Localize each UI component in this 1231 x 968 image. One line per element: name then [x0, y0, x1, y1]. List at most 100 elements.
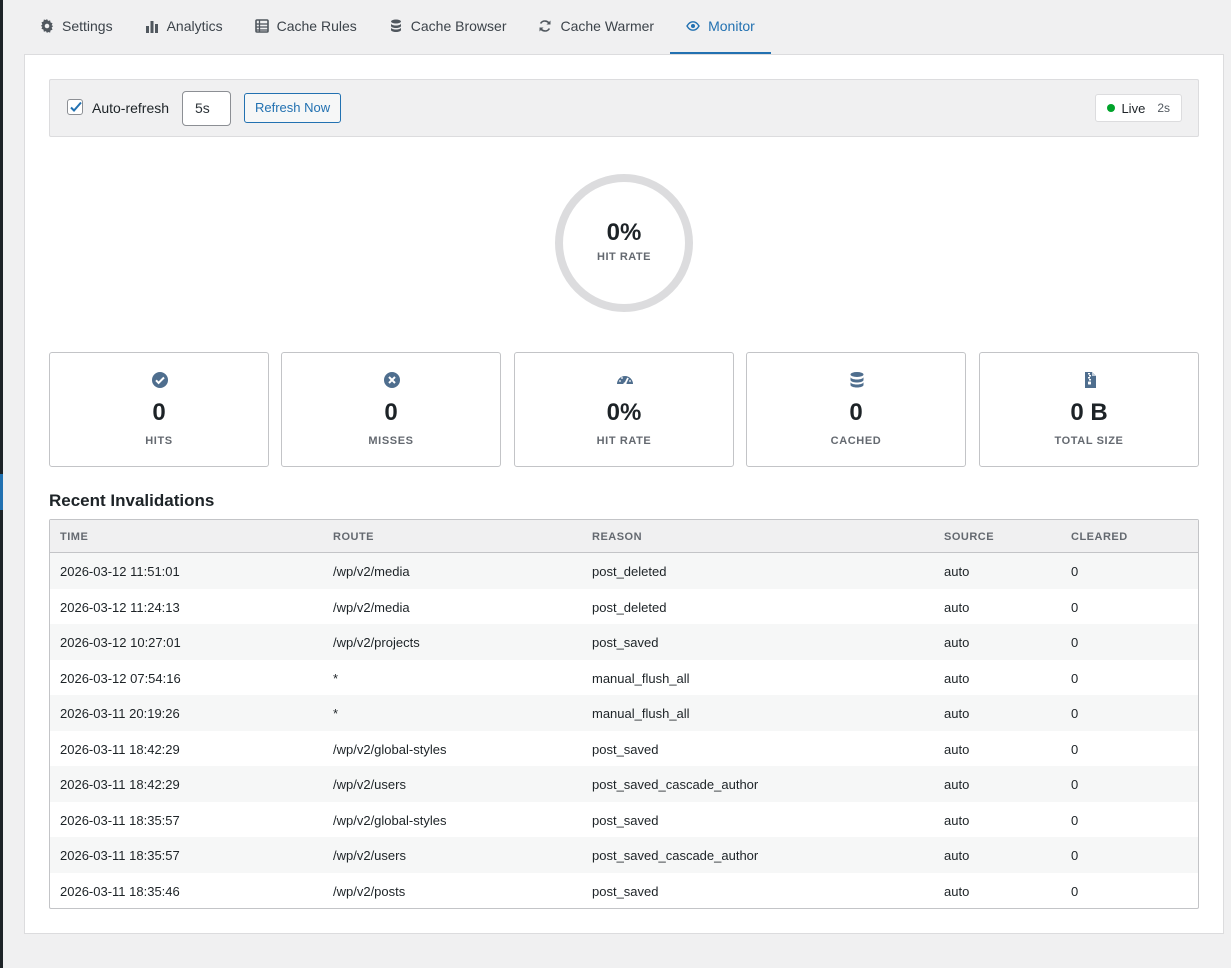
stat-value: 0: [849, 399, 863, 426]
auto-refresh-checkbox[interactable]: [67, 99, 83, 115]
sidebar-active-marker: [0, 474, 3, 510]
gear-icon: [40, 19, 54, 33]
cell-reason: post_deleted: [592, 599, 667, 615]
stat-label: TOTAL SIZE: [1054, 435, 1124, 447]
stat-card-misses: 0 MISSES: [281, 352, 501, 467]
cell-reason: post_saved: [592, 812, 659, 828]
cell-route: *: [333, 670, 339, 686]
stat-card-total-size: 0 B TOTAL SIZE: [979, 352, 1199, 467]
table-header: TIME ROUTE REASON SOURCE CLEARED: [50, 520, 1198, 553]
cell-route: /wp/v2/global-styles: [333, 812, 447, 828]
stat-card-cached: 0 CACHED: [746, 352, 966, 467]
cell-time: 2026-03-11 20:19:26: [60, 706, 180, 721]
refresh-interval-select[interactable]: 5s: [182, 91, 231, 126]
cell-source: auto: [944, 883, 970, 899]
cell-reason: post_saved_cascade_author: [592, 777, 759, 792]
eye-icon: [686, 19, 700, 33]
column-header-cleared: CLEARED: [1071, 531, 1128, 543]
table-body: 2026-03-12 11:51:01 /wp/v2/media post_de…: [50, 553, 1198, 908]
cell-source: auto: [944, 706, 970, 721]
admin-sidebar-edge: [0, 0, 3, 968]
cell-source: auto: [944, 599, 970, 615]
tab-label: Analytics: [166, 18, 223, 34]
monitor-toolbar: Auto-refresh 5s Refresh Now Live 2s: [49, 79, 1199, 137]
speedometer-icon: [616, 371, 634, 389]
recent-invalidations-title: Recent Invalidations: [49, 491, 215, 510]
cell-source: auto: [944, 777, 970, 792]
tab-cache-browser[interactable]: Cache Browser: [373, 0, 523, 54]
cell-route: *: [333, 706, 339, 721]
cell-reason: post_saved: [592, 883, 659, 899]
column-header-source: SOURCE: [944, 531, 995, 543]
cell-time: 2026-03-11 18:35:57: [60, 812, 180, 828]
monitor-panel: Auto-refresh 5s Refresh Now Live 2s 0% H…: [24, 54, 1224, 934]
cell-reason: manual_flush_all: [592, 706, 690, 721]
tab-analytics[interactable]: Analytics: [129, 0, 239, 54]
list-icon: [254, 19, 269, 33]
table-row: 2026-03-12 07:54:16 * manual_flush_all a…: [50, 660, 1198, 696]
cell-route: /wp/v2/projects: [333, 635, 420, 650]
cell-cleared: 0: [1071, 564, 1079, 579]
cell-cleared: 0: [1071, 848, 1079, 863]
tab-label: Cache Warmer: [560, 18, 655, 34]
cell-time: 2026-03-12 11:24:13: [60, 599, 180, 615]
table-row: 2026-03-11 18:42:29 /wp/v2/users post_sa…: [50, 766, 1198, 802]
cell-time: 2026-03-11 18:42:29: [60, 777, 180, 792]
tab-label: Cache Browser: [410, 18, 507, 34]
refresh-icon: [538, 19, 552, 33]
column-header-route: ROUTE: [333, 531, 374, 543]
tab-cache-warmer[interactable]: Cache Warmer: [522, 0, 670, 54]
table-row: 2026-03-11 20:19:26 * manual_flush_all a…: [50, 695, 1198, 731]
cell-source: auto: [944, 741, 970, 757]
cell-reason: manual_flush_all: [592, 670, 690, 686]
table-row: 2026-03-12 11:51:01 /wp/v2/media post_de…: [50, 553, 1198, 589]
column-header-reason: REASON: [592, 531, 643, 543]
cell-cleared: 0: [1071, 741, 1079, 757]
cell-cleared: 0: [1071, 635, 1079, 650]
stat-card-hits: 0 HITS: [49, 352, 269, 467]
database-icon: [848, 371, 866, 389]
cell-source: auto: [944, 670, 970, 686]
stat-value: 0: [152, 399, 166, 426]
table-row: 2026-03-11 18:42:29 /wp/v2/global-styles…: [50, 731, 1198, 767]
tab-bar: Settings Analytics Cache Rules Cache Bro…: [24, 0, 771, 54]
live-label: Live: [1121, 100, 1146, 116]
stat-label: HITS: [145, 435, 173, 447]
auto-refresh-label[interactable]: Auto-refresh: [92, 100, 169, 116]
cell-reason: post_saved_cascade_author: [592, 848, 759, 863]
tab-cache-rules[interactable]: Cache Rules: [239, 0, 373, 54]
bar-chart-icon: [145, 19, 159, 33]
table-row: 2026-03-12 10:27:01 /wp/v2/projects post…: [50, 624, 1198, 660]
cell-route: /wp/v2/users: [333, 777, 406, 792]
zip-file-icon: [1081, 371, 1099, 389]
cell-source: auto: [944, 812, 970, 828]
cell-route: /wp/v2/posts: [333, 883, 406, 899]
stat-card-hit-rate: 0% HIT RATE: [514, 352, 734, 467]
check-circle-icon: [151, 371, 169, 389]
table-row: 2026-03-11 18:35:57 /wp/v2/global-styles…: [50, 802, 1198, 838]
gauge-value: 0%: [606, 219, 642, 246]
cell-time: 2026-03-11 18:42:29: [60, 741, 180, 757]
cell-time: 2026-03-12 07:54:16: [60, 670, 181, 686]
column-header-time: TIME: [60, 531, 89, 543]
cell-source: auto: [944, 848, 970, 863]
cell-route: /wp/v2/media: [333, 599, 410, 615]
stat-value: 0: [384, 399, 398, 426]
tab-monitor[interactable]: Monitor: [670, 0, 771, 54]
refresh-now-button[interactable]: Refresh Now: [244, 93, 342, 123]
table-row: 2026-03-11 18:35:57 /wp/v2/users post_sa…: [50, 837, 1198, 873]
tab-label: Cache Rules: [276, 18, 357, 34]
cell-route: /wp/v2/global-styles: [333, 741, 447, 757]
stat-value: 0 B: [1070, 399, 1108, 426]
cell-cleared: 0: [1071, 883, 1079, 899]
stat-label: CACHED: [830, 435, 882, 447]
cell-time: 2026-03-12 11:51:01: [60, 564, 180, 579]
hit-rate-gauge: 0% HIT RATE: [554, 173, 694, 313]
stats-cards: 0 HITS 0 MISSES 0% HIT RATE 0 CACHED 0 B…: [49, 352, 1199, 467]
cell-reason: post_deleted: [592, 564, 667, 579]
gauge-label: HIT RATE: [597, 251, 651, 263]
cell-cleared: 0: [1071, 670, 1079, 686]
tab-settings[interactable]: Settings: [24, 0, 129, 54]
cell-source: auto: [944, 635, 970, 650]
tab-label: Monitor: [708, 18, 755, 34]
